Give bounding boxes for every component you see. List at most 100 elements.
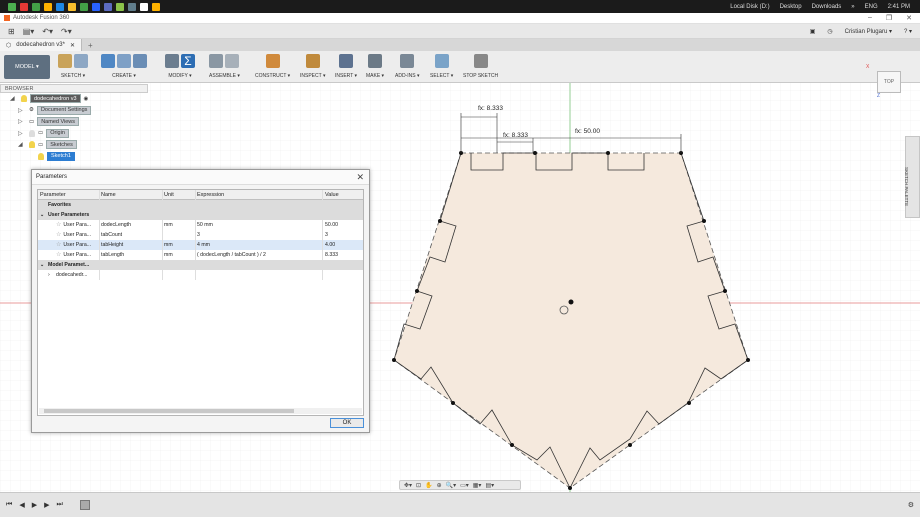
select-arrow-icon[interactable] bbox=[434, 54, 449, 68]
inspect-menu-label[interactable]: INSPECT ▾ bbox=[300, 73, 325, 79]
taskbar-app-icon-9[interactable] bbox=[104, 2, 112, 11]
group-model-parameters[interactable]: ⌄ Model Paramet... bbox=[38, 260, 363, 270]
pan-icon[interactable]: ✋ bbox=[425, 482, 432, 489]
fit-icon[interactable]: 🔍▾ bbox=[446, 482, 456, 489]
taskbar-app-icon-11[interactable] bbox=[128, 2, 136, 11]
display-settings-icon[interactable]: ▭▾ bbox=[460, 482, 469, 489]
table-row-tablength[interactable]: ☆ User Para... tabLength mm ( dodecLength… bbox=[38, 250, 363, 260]
taskbar-app-icon-12[interactable] bbox=[140, 2, 148, 11]
look-at-icon[interactable]: ⊡ bbox=[416, 482, 421, 489]
browser-header[interactable]: BROWSER bbox=[0, 84, 148, 93]
collapse-icon[interactable]: ◢ bbox=[18, 141, 26, 148]
timeline-forward-button[interactable]: ▶ bbox=[44, 501, 49, 509]
dimension-label-1[interactable]: fx: 8.333 bbox=[478, 105, 503, 112]
grid-settings-icon[interactable]: ▦▾ bbox=[473, 482, 482, 489]
create-group[interactable]: CREATE ▾ bbox=[101, 53, 147, 79]
ok-button[interactable]: OK bbox=[330, 418, 364, 428]
clock[interactable]: 2:41 PM bbox=[888, 4, 910, 10]
favorite-star-icon[interactable]: ☆ bbox=[56, 241, 61, 248]
expand-icon[interactable]: ▷ bbox=[18, 118, 26, 125]
activate-radio-icon[interactable]: ◉ bbox=[84, 96, 89, 102]
param-expression[interactable]: ( dodecLength / tabCount ) / 2 bbox=[197, 250, 323, 260]
job-status-clock-icon[interactable]: ◷ bbox=[827, 28, 832, 35]
timeline-sketch-feature[interactable] bbox=[79, 500, 90, 510]
assemble-group[interactable]: ASSEMBLE ▾ bbox=[209, 53, 240, 79]
browser-item-label[interactable]: Origin bbox=[46, 128, 69, 138]
param-expression[interactable]: 50 mm bbox=[197, 220, 323, 230]
col-header-expression[interactable]: Expression bbox=[197, 190, 323, 200]
viewports-icon[interactable]: ▤▾ bbox=[485, 482, 494, 489]
browser-item-sketch1[interactable]: Sketch1 bbox=[0, 151, 148, 163]
taskbar-item-desktop[interactable]: Desktop bbox=[780, 4, 802, 10]
pattern-icon[interactable] bbox=[117, 54, 131, 68]
modify-group[interactable]: Σ MODIFY ▾ bbox=[165, 53, 195, 79]
timeline-end-button[interactable]: ⏭ bbox=[56, 501, 62, 509]
timeline-start-button[interactable]: ⏮ bbox=[6, 501, 12, 509]
change-parameters-icon[interactable]: Σ bbox=[181, 54, 195, 68]
joint-icon[interactable] bbox=[225, 54, 240, 68]
expand-icon[interactable]: ⌄ bbox=[40, 260, 48, 270]
assemble-menu-label[interactable]: ASSEMBLE ▾ bbox=[209, 73, 240, 79]
tab-dodecahedron[interactable]: ⬡ dodecahedron v3* ✕ bbox=[0, 39, 82, 51]
group-user-parameters[interactable]: ⌄ User Parameters bbox=[38, 210, 363, 220]
table-row-tabheight[interactable]: ☆ User Para... tabHeight mm 4 mm 4.00 bbox=[38, 240, 363, 250]
timeline-settings-gear-icon[interactable]: ⚙ bbox=[908, 501, 914, 509]
construct-menu-label[interactable]: CONSTRUCT ▾ bbox=[255, 73, 290, 79]
taskbar-app-icon-8[interactable] bbox=[92, 2, 100, 11]
collapse-icon[interactable]: ◢ bbox=[10, 95, 18, 102]
taskbar-app-icon-4[interactable] bbox=[44, 2, 52, 11]
select-group[interactable]: SELECT ▾ bbox=[430, 53, 453, 79]
zoom-icon[interactable]: ⊕ bbox=[437, 482, 442, 489]
table-row-dodeclength[interactable]: ☆ User Para... dodecLength mm 50 mm 50.00 bbox=[38, 220, 363, 230]
data-panel-grid-icon[interactable]: ⊞ bbox=[8, 27, 15, 36]
inspect-group[interactable]: INSPECT ▾ bbox=[300, 53, 325, 79]
taskbar-app-icon-5[interactable] bbox=[56, 2, 64, 11]
favorite-star-icon[interactable]: ☆ bbox=[56, 231, 61, 238]
addins-group[interactable]: ADD-INS ▾ bbox=[395, 53, 419, 79]
box-icon[interactable] bbox=[133, 54, 147, 68]
favorite-star-icon[interactable]: ☆ bbox=[56, 251, 61, 258]
expand-icon[interactable]: ▷ bbox=[18, 130, 26, 137]
col-header-parameter[interactable]: Parameter bbox=[40, 190, 100, 200]
browser-item-named-views[interactable]: ▷ ▭ Named Views bbox=[0, 116, 148, 128]
taskbar-item-downloads[interactable]: Downloads bbox=[812, 4, 842, 10]
timeline-back-button[interactable]: ◀ bbox=[19, 501, 24, 509]
user-menu[interactable]: Cristian Plugaru ▾ bbox=[845, 28, 892, 35]
param-unit[interactable]: mm bbox=[164, 250, 196, 260]
browser-item-label[interactable]: Sketch1 bbox=[47, 151, 75, 161]
redo-button[interactable]: ↷▾ bbox=[61, 27, 72, 36]
new-tab-button[interactable]: + bbox=[88, 41, 93, 50]
taskbar-app-icon-7[interactable] bbox=[80, 2, 88, 11]
browser-item-sketches[interactable]: ◢ ▭ Sketches bbox=[0, 139, 148, 151]
param-expression[interactable]: 4 mm bbox=[197, 240, 323, 250]
expand-icon[interactable]: ⌄ bbox=[40, 210, 48, 220]
browser-item-label[interactable]: Sketches bbox=[46, 140, 77, 150]
col-header-value[interactable]: Value bbox=[325, 190, 363, 200]
expand-icon[interactable]: › bbox=[48, 270, 56, 280]
extrude-icon[interactable] bbox=[101, 54, 115, 68]
taskbar-app-icon-6[interactable] bbox=[68, 2, 76, 11]
taskbar-app-icon-10[interactable] bbox=[116, 2, 124, 11]
close-dialog-icon[interactable]: ✕ bbox=[356, 172, 364, 183]
view-cube-face-label[interactable]: TOP bbox=[884, 79, 894, 85]
undo-button[interactable]: ↶▾ bbox=[42, 27, 53, 36]
modify-menu-label[interactable]: MODIFY ▾ bbox=[168, 73, 191, 79]
browser-item-root[interactable]: ◢ dodecahedron v3 ◉ bbox=[0, 93, 148, 105]
param-name[interactable]: tabCount bbox=[101, 230, 163, 240]
origin-point[interactable] bbox=[568, 299, 574, 305]
group-favorites[interactable]: Favorites bbox=[38, 200, 363, 210]
col-header-name[interactable]: Name bbox=[101, 190, 163, 200]
insert-menu-label[interactable]: INSERT ▾ bbox=[335, 73, 357, 79]
close-tab-icon[interactable]: ✕ bbox=[70, 42, 75, 49]
stop-sketch-label[interactable]: STOP SKETCH bbox=[463, 73, 498, 79]
horizontal-scrollbar[interactable] bbox=[39, 408, 362, 414]
new-component-icon[interactable] bbox=[209, 54, 224, 68]
browser-item-origin[interactable]: ▷ ▭ Origin bbox=[0, 128, 148, 140]
dimension-label-2[interactable]: fx: 8.333 bbox=[503, 132, 528, 139]
line-icon[interactable] bbox=[74, 54, 88, 68]
scrollbar-thumb[interactable] bbox=[44, 409, 294, 413]
table-row-model-component[interactable]: › dodecahedr... bbox=[38, 270, 363, 280]
param-unit[interactable]: mm bbox=[164, 240, 196, 250]
dimension-label-3[interactable]: fx: 50.00 bbox=[575, 128, 600, 135]
browser-item-label[interactable]: Named Views bbox=[37, 117, 80, 127]
